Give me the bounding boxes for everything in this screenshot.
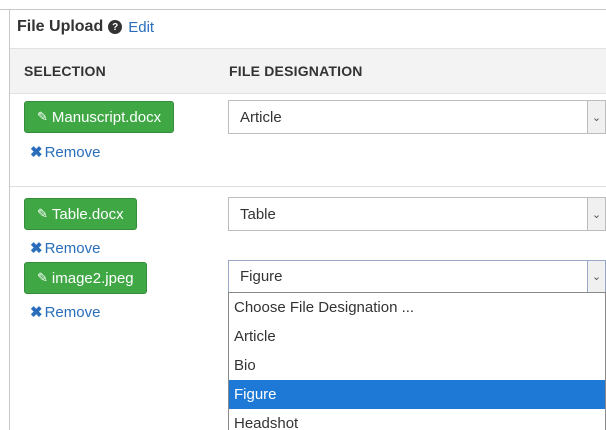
remove-x-icon: ✖: [30, 144, 43, 161]
file-button-table[interactable]: ✎ Table.docx: [24, 198, 137, 230]
column-header-selection: SELECTION: [24, 63, 106, 79]
remove-label: Remove: [44, 240, 101, 257]
designation-value: Figure: [240, 268, 283, 285]
paperclip-icon: ✎: [37, 270, 48, 285]
file-name: Table.docx: [51, 205, 124, 223]
remove-x-icon: ✖: [30, 304, 43, 321]
designation-value: Article: [240, 108, 282, 126]
paperclip-icon: ✎: [37, 206, 48, 221]
chevron-down-icon[interactable]: ⌄: [587, 261, 605, 292]
chevron-down-icon[interactable]: ⌄: [587, 101, 605, 133]
dropdown-option-article[interactable]: Article: [229, 322, 605, 351]
dropdown-option-bio[interactable]: Bio: [229, 351, 605, 380]
designation-dropdown-list[interactable]: Choose File Designation ... Article Bio …: [228, 292, 606, 430]
remove-link-table[interactable]: ✖ Remove: [30, 239, 100, 257]
dropdown-option-headshot[interactable]: Headshot: [229, 409, 605, 430]
row-divider: [10, 186, 606, 187]
edit-link[interactable]: Edit: [128, 19, 154, 36]
file-name: image2.jpeg: [51, 269, 134, 287]
remove-label: Remove: [44, 304, 101, 321]
table-header: SELECTION FILE DESIGNATION: [10, 48, 606, 94]
chevron-down-icon[interactable]: ⌄: [587, 198, 605, 230]
panel-title: File Upload: [17, 18, 104, 35]
dropdown-option-figure[interactable]: Figure: [229, 380, 605, 409]
designation-select-image2[interactable]: Figure ⌄: [228, 260, 606, 293]
file-name: Manuscript.docx: [51, 108, 162, 126]
panel-top-border: [0, 9, 606, 10]
remove-x-icon: ✖: [30, 240, 43, 257]
designation-select-table[interactable]: Table ⌄: [228, 197, 606, 231]
remove-link-manuscript[interactable]: ✖ Remove: [30, 143, 100, 161]
panel-header: File Upload ? Edit: [17, 16, 154, 38]
dropdown-option-choose[interactable]: Choose File Designation ...: [229, 293, 605, 322]
question-circle-icon[interactable]: ?: [108, 20, 123, 34]
designation-select-manuscript[interactable]: Article ⌄: [228, 100, 606, 134]
designation-value: Table: [240, 205, 276, 223]
paperclip-icon: ✎: [37, 109, 48, 124]
column-header-designation: FILE DESIGNATION: [229, 63, 363, 79]
remove-label: Remove: [44, 144, 101, 161]
file-button-image2[interactable]: ✎ image2.jpeg: [24, 262, 147, 294]
file-button-manuscript[interactable]: ✎ Manuscript.docx: [24, 101, 175, 133]
remove-link-image2[interactable]: ✖ Remove: [30, 303, 100, 321]
